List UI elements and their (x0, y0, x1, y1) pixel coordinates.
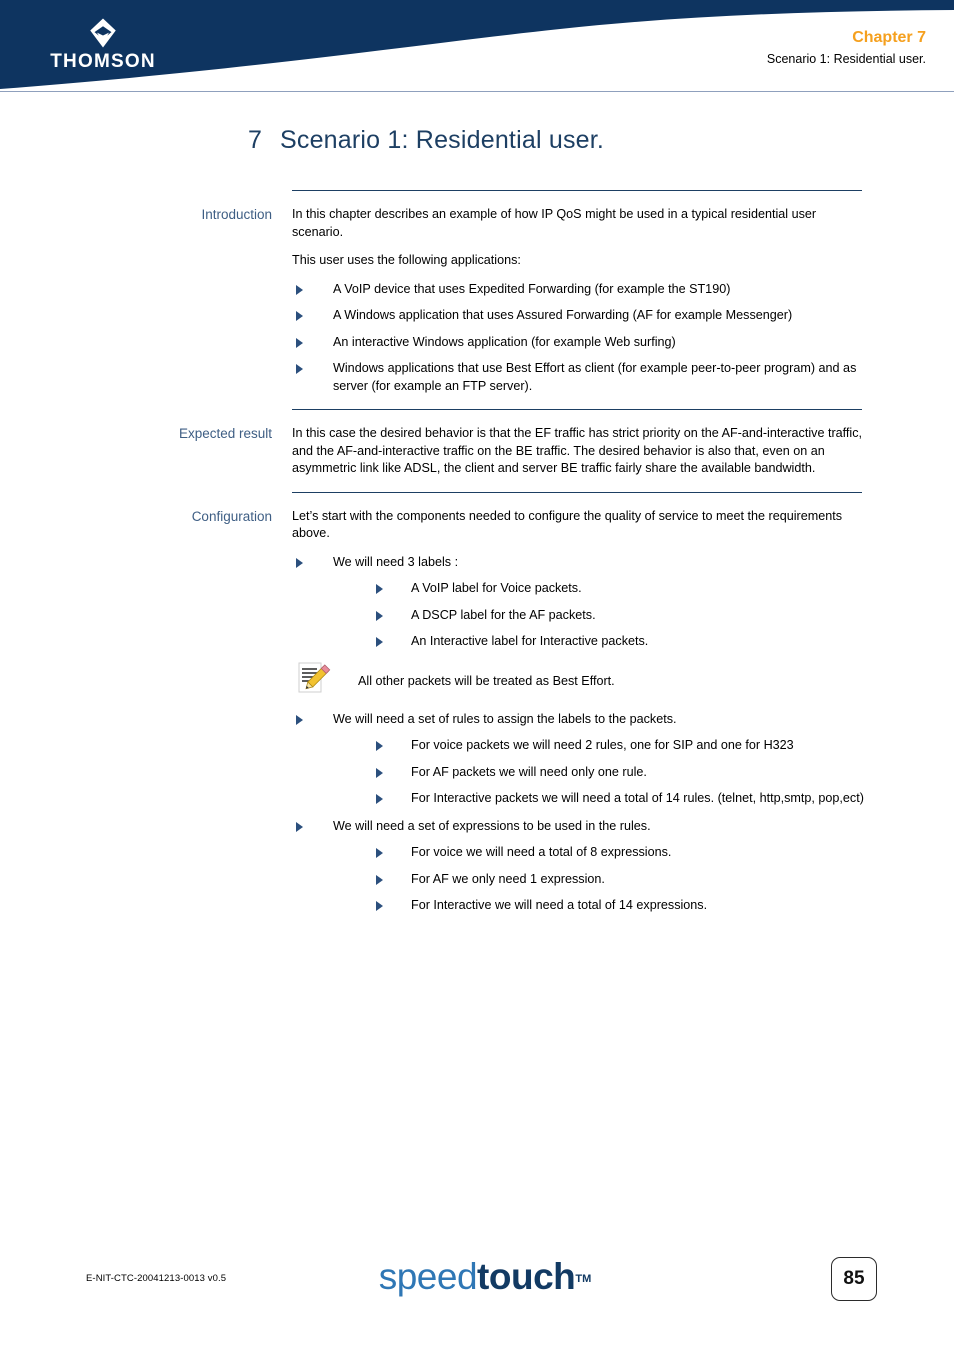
list-item-text: For AF we only need 1 expression. (411, 871, 605, 886)
list-item: A VoIP label for Voice packets. (374, 580, 864, 598)
configuration-labels-sublist: A VoIP label for Voice packets. A DSCP l… (374, 580, 864, 651)
chapter-subtitle: Scenario 1: Residential user. (766, 52, 926, 66)
configuration-rules-list: We will need a set of rules to assign th… (292, 711, 864, 915)
page-title-text: Scenario 1: Residential user. (280, 126, 605, 154)
list-item: For Interactive packets we will need a t… (374, 790, 864, 808)
bullet-arrow-icon (296, 557, 303, 568)
list-item: For AF packets we will need only one rul… (374, 764, 864, 782)
bullet-arrow-icon (376, 794, 383, 804)
bullet-arrow-icon (376, 848, 383, 858)
configuration-rules-sublist: For voice packets we will need 2 rules, … (374, 737, 864, 808)
bullet-arrow-icon (376, 901, 383, 911)
chapter-label: Chapter 7 (852, 29, 926, 46)
bullet-arrow-icon (376, 637, 383, 647)
list-item-text: For voice packets we will need 2 rules, … (411, 738, 794, 752)
list-item-text: We will need a set of expressions to be … (333, 818, 651, 833)
list-item-text: For Interactive we will need a total of … (411, 898, 708, 912)
list-item-text: A VoIP label for Voice packets. (411, 581, 582, 595)
list-item: Windows applications that use Best Effor… (292, 360, 864, 395)
page-content: Introduction In this chapter describes a… (0, 190, 954, 931)
bullet-arrow-icon (296, 821, 303, 832)
configuration-paragraph: Let’s start with the components needed t… (292, 508, 843, 541)
header-chapter-block: Chapter 7 Scenario 1: Residential user. (767, 28, 926, 68)
note-text: All other packets will be treated as Bes… (358, 673, 615, 688)
list-item: A Windows application that uses Assured … (292, 307, 864, 325)
section-configuration: Configuration Let’s start with the compo… (0, 491, 954, 931)
list-item: An interactive Windows application (for … (292, 334, 864, 352)
list-item: We will need a set of rules to assign th… (292, 711, 864, 808)
section-expected-result: Expected result In this case the desired… (0, 409, 954, 492)
configuration-expressions-sublist: For voice we will need a total of 8 expr… (374, 844, 864, 915)
bullet-arrow-icon (376, 610, 383, 621)
speedtouch-speed-text: speed (378, 1256, 478, 1297)
bullet-arrow-icon (296, 311, 303, 321)
note-block: All other packets will be treated as Bes… (292, 662, 864, 697)
page-footer: E-NIT-CTC-20041213-0013 v0.5 speedtouch T… (0, 1255, 954, 1303)
list-item: An Interactive label for Interactive pac… (374, 633, 864, 651)
thomson-logo: THOMSON (28, 16, 178, 72)
list-item-text: For Interactive packets we will need a t… (411, 791, 864, 805)
page-number: 85 (843, 1268, 865, 1289)
list-item: A DSCP label for the AF packets. (374, 607, 864, 625)
list-item: A VoIP device that uses Expedited Forwar… (292, 281, 864, 299)
list-item-text: For AF packets we will need only one rul… (411, 764, 647, 779)
list-item-text: An interactive Windows application (for … (333, 334, 676, 349)
bullet-arrow-icon (296, 714, 303, 725)
section-label-expected-result: Expected result (178, 426, 272, 441)
bullet-arrow-icon (296, 364, 303, 374)
intro-paragraph-2: This user uses the following application… (292, 253, 521, 267)
page-header: THOMSON Chapter 7 Scenario 1: Residentia… (0, 0, 954, 95)
bullet-arrow-icon (376, 584, 383, 594)
section-label-configuration: Configuration (191, 508, 272, 524)
bullet-arrow-icon (376, 767, 383, 778)
list-item: For voice we will need a total of 8 expr… (374, 844, 864, 862)
page-number-box: 85 (831, 1257, 877, 1301)
intro-bullet-list: A VoIP device that uses Expedited Forwar… (292, 281, 864, 396)
bullet-arrow-icon (376, 874, 383, 885)
bullet-arrow-icon (376, 741, 383, 751)
list-item-text: We will need 3 labels : (333, 554, 459, 569)
expected-result-paragraph: In this case the desired behavior is tha… (292, 426, 863, 475)
section-label-introduction: Introduction (201, 207, 272, 222)
configuration-labels-list: We will need 3 labels : A VoIP label for… (292, 554, 864, 651)
page-title-number: 7 (248, 126, 263, 154)
header-bottom-rule (0, 91, 954, 92)
thomson-wordmark: THOMSON (50, 51, 156, 72)
list-item-text: For voice we will need a total of 8 expr… (411, 845, 672, 859)
list-item: For voice packets we will need 2 rules, … (374, 737, 864, 755)
trademark-symbol: TM (575, 1273, 592, 1285)
list-item-text: We will need a set of rules to assign th… (333, 711, 677, 726)
list-item-text: A Windows application that uses Assured … (333, 308, 793, 322)
speedtouch-logo: speedtouch TM (0, 1255, 954, 1299)
list-item: We will need 3 labels : A VoIP label for… (292, 554, 864, 651)
list-item: For Interactive we will need a total of … (374, 897, 864, 915)
list-item-text: A DSCP label for the AF packets. (411, 607, 596, 622)
page-title: 7 Scenario 1: Residential user. (248, 124, 604, 156)
list-item-text: Windows applications that use Best Effor… (333, 361, 857, 393)
list-item-text: An Interactive label for Interactive pac… (411, 634, 649, 648)
bullet-arrow-icon (296, 337, 303, 348)
list-item: For AF we only need 1 expression. (374, 871, 864, 889)
section-introduction: Introduction In this chapter describes a… (0, 190, 954, 409)
list-item: We will need a set of expressions to be … (292, 818, 864, 915)
note-pencil-icon (298, 662, 331, 692)
thomson-diamond-logo-icon (90, 18, 116, 48)
intro-paragraph-1: In this chapter describes an example of … (292, 207, 817, 239)
list-item-text: A VoIP device that uses Expedited Forwar… (333, 281, 731, 296)
speedtouch-touch-text: touch (477, 1256, 576, 1297)
bullet-arrow-icon (296, 284, 303, 295)
